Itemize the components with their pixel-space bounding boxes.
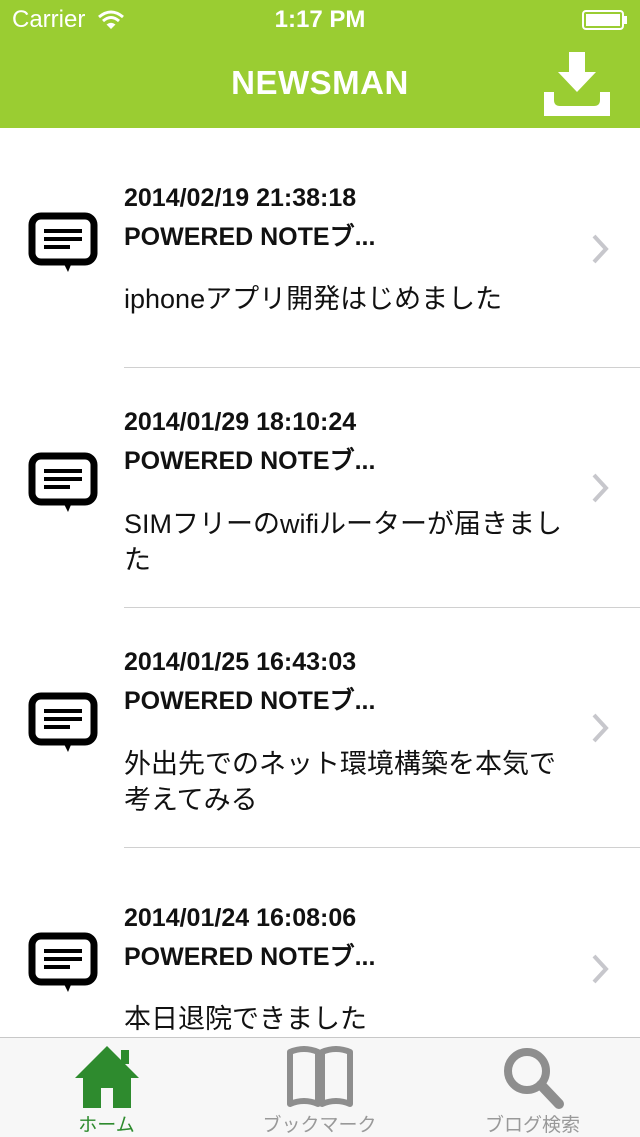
tab-blog-search[interactable]: ブログ検索 bbox=[426, 1038, 639, 1137]
article-date: 2014/01/24 16:08:06 bbox=[124, 904, 357, 932]
article-list: 2014/02/19 21:38:18 POWERED NOTEブ... iph… bbox=[0, 128, 640, 1036]
article-title: 本日退院できました bbox=[124, 1004, 367, 1034]
message-bubble-icon bbox=[28, 212, 98, 272]
article-source: POWERED NOTEブ... bbox=[124, 447, 376, 475]
article-source: POWERED NOTEブ... bbox=[124, 687, 376, 715]
tab-home[interactable]: ホーム bbox=[0, 1038, 213, 1137]
article-date: 2014/01/29 18:10:24 bbox=[124, 408, 357, 436]
article-row[interactable]: 2014/02/19 21:38:18 POWERED NOTEブ... iph… bbox=[0, 128, 640, 368]
book-icon bbox=[286, 1046, 353, 1107]
tab-home-label: ホーム bbox=[78, 1115, 135, 1136]
chevron-right-icon bbox=[592, 954, 609, 984]
chevron-right-icon bbox=[592, 713, 609, 743]
download-tray-icon[interactable] bbox=[542, 50, 612, 118]
chevron-right-icon bbox=[592, 234, 609, 264]
message-bubble-icon bbox=[28, 692, 98, 752]
article-date: 2014/01/25 16:43:03 bbox=[124, 648, 357, 676]
status-bar: Carrier 1:17 PM bbox=[0, 0, 640, 40]
article-title: iphoneアプリ開発はじめました bbox=[124, 284, 503, 314]
article-source: POWERED NOTEブ... bbox=[124, 943, 376, 971]
article-title: SIMフリーのwifiルーターが届きました bbox=[124, 509, 562, 575]
article-date: 2014/02/19 21:38:18 bbox=[124, 184, 357, 212]
tab-bar: ホーム ブックマーク ブログ検索 bbox=[0, 1037, 640, 1137]
search-icon bbox=[503, 1048, 564, 1109]
message-bubble-icon bbox=[28, 932, 98, 992]
message-bubble-icon bbox=[28, 452, 98, 512]
home-icon bbox=[74, 1046, 139, 1108]
article-row[interactable]: 2014/01/24 16:08:06 POWERED NOTEブ... 本日退… bbox=[0, 848, 640, 1036]
tab-bookmarks-label: ブックマーク bbox=[262, 1115, 377, 1136]
clock-label: 1:17 PM bbox=[274, 6, 366, 33]
article-title: 外出先でのネット環境構築を本気で考えてみる bbox=[124, 749, 556, 815]
article-row[interactable]: 2014/01/25 16:43:03 POWERED NOTEブ... 外出先… bbox=[0, 608, 640, 848]
article-source: POWERED NOTEブ... bbox=[124, 223, 376, 251]
article-row[interactable]: 2014/01/29 18:10:24 POWERED NOTEブ... SIM… bbox=[0, 368, 640, 608]
navigation-bar: NEWSMAN bbox=[0, 40, 640, 128]
chevron-right-icon bbox=[592, 473, 609, 503]
tab-bookmarks[interactable]: ブックマーク bbox=[213, 1038, 426, 1137]
battery-icon bbox=[582, 10, 627, 30]
tab-blog-search-label: ブログ検索 bbox=[484, 1115, 580, 1136]
